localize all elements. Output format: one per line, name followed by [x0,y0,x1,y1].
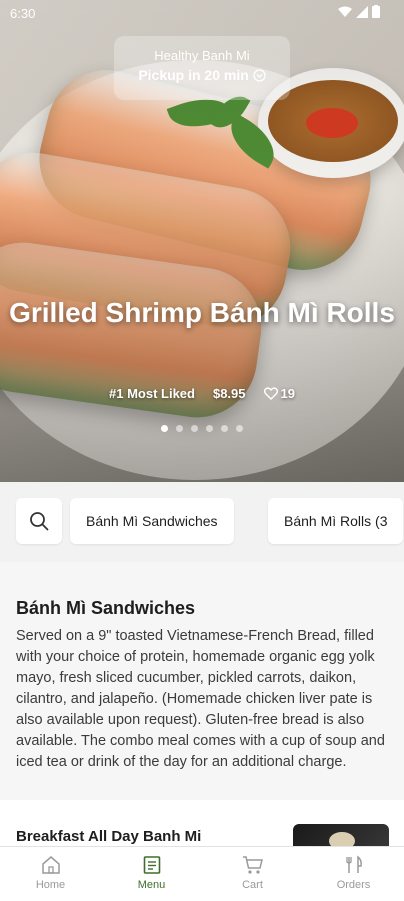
carousel-dot[interactable] [176,425,183,432]
nav-label: Orders [336,879,371,891]
nav-label: Cart [242,879,263,891]
item-price: $8.95 [212,386,246,401]
featured-item-title: Grilled Shrimp Bánh Mì Rolls [9,297,395,328]
menu-icon [143,856,160,874]
featured-item-meta: #1 Most Liked $8.95 19 [0,386,404,401]
menu-item-thumbnail [293,824,389,848]
signal-icon [356,5,368,18]
pickup-time: Pickup in 20 min [138,67,249,83]
nav-home[interactable]: Home [0,847,101,901]
like-count: 19 [280,386,295,401]
nav-cart[interactable]: Cart [202,847,303,901]
heart-icon [263,387,278,400]
carousel-dot[interactable] [191,425,198,432]
home-icon [41,856,60,874]
carousel-dot[interactable] [161,425,168,432]
search-icon [30,512,49,531]
nav-orders[interactable]: Orders [303,847,404,901]
like-button[interactable]: 19 [263,386,295,401]
chevron-down-icon [253,69,266,82]
nav-label: Menu [137,879,166,891]
carousel-pagination [0,425,404,432]
carousel-dot[interactable] [236,425,243,432]
carousel-dot[interactable] [206,425,213,432]
bottom-nav: Home Menu Cart Orders [0,846,404,901]
carousel-dot[interactable] [221,425,228,432]
wifi-icon [338,6,352,17]
nav-menu[interactable]: Menu [101,847,202,901]
rank-badge: #1 Most Liked [109,386,195,401]
cart-icon [242,856,263,874]
battery-icon [372,5,380,18]
section-title: Bánh Mì Sandwiches [16,598,196,618]
search-button[interactable] [16,498,62,544]
section-description: Served on a 9" toasted Vietnamese-French… [16,628,385,770]
restaurant-name: Healthy Banh Mi [154,48,250,63]
status-bar: 6:30 [0,0,404,26]
category-chip[interactable]: Bánh Mì Rolls (3 [268,498,404,544]
hero-carousel[interactable]: 6:30 Healthy Banh Mi Pickup in 20 min Gr… [0,0,404,482]
menu-section: Bánh Mì Sandwiches Served on a 9" toaste… [0,562,404,800]
category-chip[interactable]: Bánh Mì Sandwiches [70,498,234,544]
status-time: 6:30 [10,6,36,21]
nav-label: Home [35,879,66,891]
menu-item-name: Breakfast All Day Banh Mi [16,828,202,845]
category-bar: Bánh Mì Sandwiches Bánh Mì Rolls (3 [0,482,404,562]
orders-icon [345,855,362,873]
pickup-info[interactable]: Healthy Banh Mi Pickup in 20 min [114,36,290,100]
menu-item[interactable]: Breakfast All Day Banh Mi [0,800,404,848]
